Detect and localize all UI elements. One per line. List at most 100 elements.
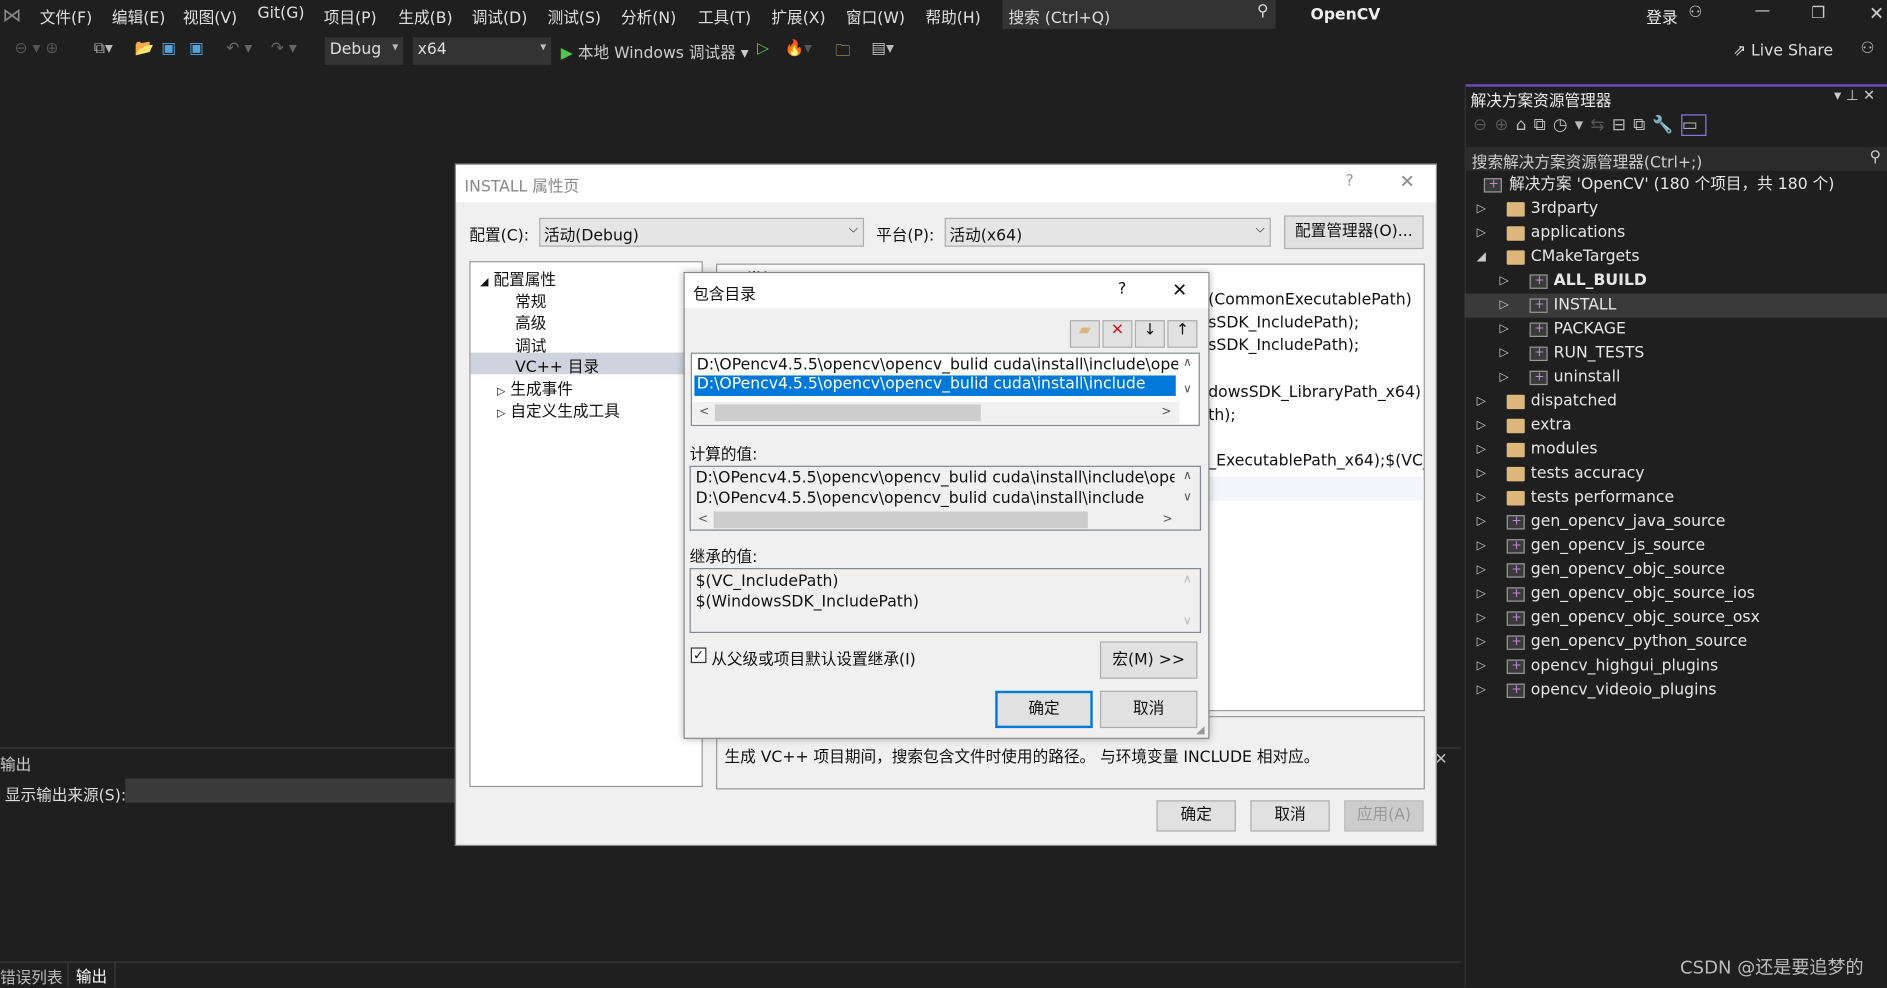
collapsed-icon[interactable]: ▷	[1477, 438, 1486, 462]
platform-dropdown[interactable]: x64	[412, 37, 552, 65]
collapsed-icon[interactable]: ▷	[1477, 655, 1486, 679]
scroll-down-icon[interactable]: ∨	[1183, 383, 1192, 396]
cancel-button[interactable]: 取消	[1099, 690, 1198, 729]
menu-analyze[interactable]: 分析(N)	[621, 5, 676, 28]
window-layout-icon[interactable]: ▤▾	[871, 40, 894, 58]
collapsed-icon[interactable]: ▷	[1499, 366, 1508, 390]
tree-item[interactable]: ▷ gen_opencv_objc_source_ios	[1465, 582, 1887, 606]
feedback-icon[interactable]: ⚇	[1861, 40, 1875, 58]
tree-item[interactable]: ◢ CMakeTargets	[1465, 246, 1887, 270]
save-all-icon[interactable]: ▣	[189, 40, 204, 58]
tree-item[interactable]: ▷ dispatched	[1465, 390, 1887, 414]
scroll-up-icon[interactable]: ∧	[1183, 356, 1192, 369]
collapsed-icon[interactable]: ▷	[1477, 221, 1486, 245]
scroll-right-icon[interactable]: >	[1163, 513, 1173, 526]
start-without-debug-icon[interactable]: ▷	[757, 40, 769, 58]
menu-edit[interactable]: 编辑(E)	[112, 5, 165, 28]
tree-advanced[interactable]: 高级	[515, 310, 546, 333]
grid-row[interactable]: sSDK_IncludePath);	[1208, 314, 1359, 332]
scrollbar-thumb[interactable]	[714, 404, 981, 422]
scroll-right-icon[interactable]: >	[1161, 406, 1171, 419]
back-icon[interactable]: ⊖⊕	[1473, 116, 1516, 135]
history-icon[interactable]: ◷▾	[1553, 116, 1591, 135]
tree-item[interactable]: ▷ ALL_BUILD	[1465, 270, 1887, 294]
tree-custom-build[interactable]: ▷ 自定义生成工具	[497, 398, 620, 421]
back-icon[interactable]: ⊖ ▾ ⊕	[14, 40, 58, 58]
new-line-button[interactable]: ▰	[1069, 320, 1100, 348]
macros-button[interactable]: 宏(M) >>	[1099, 641, 1198, 679]
se-search-input[interactable]: 搜索解决方案资源管理器(Ctrl+;) ⚲	[1465, 146, 1887, 172]
collapsed-icon[interactable]: ▷	[1477, 534, 1486, 558]
menu-window[interactable]: 窗口(W)	[846, 5, 905, 28]
hot-reload-icon[interactable]: 🔥▾	[785, 40, 812, 58]
collapsed-icon[interactable]: ▷	[1477, 558, 1486, 582]
menu-git[interactable]: Git(G)	[258, 5, 305, 23]
collapsed-icon[interactable]: ▷	[1477, 462, 1486, 486]
search-box[interactable]: 搜索 (Ctrl+Q) ⚲	[1002, 0, 1276, 29]
tree-item[interactable]: ▷ opencv_videoio_plugins	[1465, 679, 1887, 703]
config-manager-button[interactable]: 配置管理器(O)...	[1284, 215, 1424, 250]
list-item-selected[interactable]: D:\OPencv4.5.5\opencv\opencv_bulid cuda\…	[694, 375, 1176, 396]
cancel-button[interactable]: 取消	[1250, 800, 1330, 832]
menu-project[interactable]: 项目(P)	[324, 5, 377, 28]
tree-general[interactable]: 常规	[515, 289, 546, 312]
restore-button[interactable]: ❐	[1811, 5, 1825, 23]
scrollbar-thumb[interactable]	[713, 511, 1088, 529]
config-dropdown[interactable]: Debug	[324, 37, 404, 65]
tree-item[interactable]: ▷ extra	[1465, 414, 1887, 438]
move-down-button[interactable]: ↓	[1134, 320, 1165, 348]
horizontal-scrollbar[interactable]: < >	[691, 401, 1180, 424]
ok-button[interactable]: 确定	[1156, 800, 1236, 832]
collapsed-icon[interactable]: ▷	[1477, 486, 1486, 510]
collapsed-icon[interactable]: ▷	[1477, 510, 1486, 534]
tree-item[interactable]: ▷ tests accuracy	[1465, 462, 1887, 486]
scroll-left-icon[interactable]: <	[699, 406, 709, 419]
undo-icon[interactable]: ↶ ▾	[226, 40, 252, 58]
menu-view[interactable]: 视图(V)	[183, 5, 237, 28]
new-project-icon[interactable]: ⧉▾	[94, 40, 113, 58]
solution-root[interactable]: 解决方案 'OpenCV' (180 个项目，共 180 个)	[1465, 173, 1887, 197]
move-up-button[interactable]: ↑	[1167, 320, 1198, 348]
tree-item[interactable]: ▷ uninstall	[1465, 366, 1887, 390]
tab-error-list[interactable]: 错误列表	[0, 965, 63, 988]
tree-item[interactable]: ▷ gen_opencv_objc_source	[1465, 558, 1887, 582]
close-icon[interactable]: ✕	[1172, 279, 1187, 301]
platform-select[interactable]: 活动(x64) ⌵	[944, 217, 1271, 247]
tab-output[interactable]: 输出	[67, 961, 116, 987]
tree-item[interactable]: ▷ gen_opencv_python_source	[1465, 631, 1887, 655]
collapsed-icon[interactable]: ▷	[1499, 270, 1508, 294]
menu-build[interactable]: 生成(B)	[398, 5, 452, 28]
tree-build-events[interactable]: ▷ 生成事件	[497, 377, 573, 399]
save-icon[interactable]: ▣	[161, 40, 176, 58]
menu-debug[interactable]: 调试(D)	[472, 5, 528, 28]
tree-item[interactable]: ▷ PACKAGE	[1465, 318, 1887, 342]
collapsed-icon[interactable]: ▷	[1477, 582, 1486, 606]
grid-row[interactable]: (CommonExecutablePath)	[1208, 291, 1411, 309]
collapsed-icon[interactable]: ▷	[1477, 631, 1486, 655]
inherit-checkbox-label[interactable]: 从父级或项目默认设置继承(I)	[711, 646, 916, 669]
menu-test[interactable]: 测试(S)	[548, 5, 601, 28]
home-icon[interactable]: ⌂	[1516, 116, 1534, 135]
properties-icon[interactable]: 🔧	[1652, 116, 1680, 135]
redo-icon[interactable]: ↷ ▾	[271, 40, 297, 58]
tree-item[interactable]: ▷ gen_opencv_java_source	[1465, 510, 1887, 534]
collapsed-icon[interactable]: ▷	[1477, 607, 1486, 631]
scroll-up-icon[interactable]: ∧	[1183, 469, 1192, 482]
signin-link[interactable]: 登录	[1646, 5, 1677, 28]
show-all-files-icon[interactable]: ⧉	[1633, 116, 1652, 135]
resize-grip-icon[interactable]: ◢	[1196, 724, 1204, 736]
output-source-dropdown[interactable]	[125, 778, 455, 803]
menu-extensions[interactable]: 扩展(X)	[771, 5, 825, 28]
collapsed-icon[interactable]: ▷	[1477, 390, 1486, 414]
tree-item[interactable]: ▷ INSTALL	[1464, 294, 1887, 318]
minimize-button[interactable]: —	[1755, 2, 1771, 20]
tree-item[interactable]: ▷ applications	[1465, 221, 1887, 245]
collapsed-icon[interactable]: ▷	[1477, 197, 1486, 221]
collapsed-icon[interactable]: ▷	[1499, 294, 1508, 318]
tree-item[interactable]: ▷ tests performance	[1465, 486, 1887, 510]
tree-item[interactable]: ▷ modules	[1465, 438, 1887, 462]
find-in-files-icon[interactable]: 🗀	[835, 40, 851, 66]
ok-button[interactable]: 确定	[995, 690, 1093, 729]
help-button[interactable]: ?	[1345, 172, 1353, 190]
collapsed-icon[interactable]: ▷	[1477, 414, 1486, 438]
